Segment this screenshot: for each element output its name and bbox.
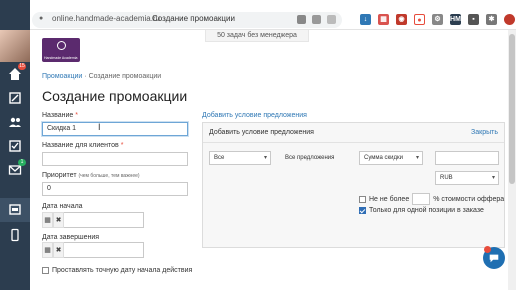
share-icon[interactable] [312, 15, 321, 24]
chevron-down-icon: ▾ [415, 155, 419, 161]
discount-type-select[interactable]: Сумма скидки ▾ [359, 151, 423, 165]
scope-select[interactable]: Все ▾ [209, 151, 271, 165]
browser-toolbar: ● online.handmade-academia.ru Создание п… [0, 0, 516, 30]
currency-select[interactable]: RUB ▾ [435, 171, 499, 185]
chat-notification-dot [484, 246, 491, 253]
client-name-label: Название для клиентов * [42, 142, 123, 149]
download-extension-icon[interactable]: ↓ [360, 14, 371, 25]
start-date-picker: ▦ ✖ [42, 212, 144, 228]
logo-mark-icon [57, 41, 66, 50]
discount-amount-input[interactable] [435, 151, 499, 165]
star-icon[interactable] [327, 15, 336, 24]
end-date-input[interactable] [64, 242, 144, 258]
name-label-text: Название [42, 112, 74, 119]
close-condition-link[interactable]: Закрыть [471, 129, 498, 136]
users-nav-item[interactable] [0, 110, 30, 134]
end-date-label: Дата завершения [42, 234, 100, 241]
logo-text: Handmade Academia [44, 56, 78, 60]
breadcrumb: Промоакции · Создание промоакции [42, 73, 161, 80]
address-bar[interactable]: ● online.handmade-academia.ru Создание п… [32, 12, 342, 28]
single-item-row[interactable]: Только для одной позиции в заказе [359, 207, 484, 214]
messages-nav-item[interactable]: 1 [0, 158, 30, 182]
mobile-nav-item[interactable] [0, 223, 30, 247]
profile-icon[interactable] [504, 14, 515, 25]
grid-extension-icon[interactable]: ▪ [468, 14, 479, 25]
pencil-icon [9, 92, 21, 104]
user-avatar[interactable] [0, 30, 30, 62]
scrollbar-thumb[interactable] [509, 34, 515, 184]
scope-select-value: Все [214, 155, 225, 161]
client-name-label-text: Название для клиентов [42, 142, 119, 149]
exact-date-checkbox[interactable] [42, 267, 49, 274]
main-content: 50 задач без менеджера Handmade Academia… [30, 30, 516, 290]
school-logo[interactable]: Handmade Academia [42, 38, 80, 62]
name-input[interactable]: Скидка 1 [42, 122, 188, 136]
tasks-banner[interactable]: 50 задач без менеджера [205, 30, 309, 42]
chat-bubble-icon [489, 254, 499, 263]
exact-date-checkbox-row[interactable]: Проставлять точную дату начала действия [42, 267, 192, 274]
max-percent-label-suffix: % стоимости оффера [433, 195, 505, 203]
chat-nav-item[interactable] [0, 198, 30, 222]
chevron-down-icon: ▾ [263, 155, 267, 161]
max-percent-input[interactable] [412, 193, 431, 205]
home-nav-item[interactable]: 15 [0, 62, 30, 86]
exact-date-checkbox-label: Проставлять точную дату начала действия [52, 267, 193, 274]
offers-text: Все предложения [285, 155, 335, 161]
breadcrumb-current: Создание промоакции [88, 73, 162, 80]
max-percent-label-prefix: Не не более [369, 195, 410, 203]
single-item-label: Только для одной позиции в заказе [369, 207, 484, 214]
condition-panel-title: Добавить условие предложения [209, 129, 314, 136]
page-title: Создание промоакции [42, 88, 188, 104]
priority-input[interactable]: 0 [42, 182, 188, 196]
end-date-picker: ▦ ✖ [42, 242, 144, 258]
name-label: Название * [42, 112, 78, 119]
home-badge: 15 [18, 63, 26, 70]
breadcrumb-separator: · [84, 73, 87, 80]
bookmark-icon[interactable] [297, 15, 306, 24]
left-sidebar: 15 1 [0, 0, 30, 290]
calendar-icon[interactable]: ▦ [42, 212, 53, 228]
page-tab-title: Создание промоакции [152, 14, 235, 23]
dna-extension-icon[interactable]: ⚙ [432, 14, 443, 25]
condition-panel: Добавить условие предложения Закрыть Все… [202, 122, 505, 248]
required-mark: * [75, 112, 78, 119]
clear-date-icon[interactable]: ✖ [53, 242, 64, 258]
max-percent-row[interactable]: Не не более % стоимости оффера [359, 193, 504, 205]
mobile-icon [11, 228, 19, 242]
max-percent-checkbox[interactable] [359, 195, 366, 203]
checklist-nav-item[interactable] [0, 134, 30, 158]
users-icon [9, 117, 21, 127]
mail-extension-icon[interactable]: ◉ [396, 14, 407, 25]
breadcrumb-promotions-link[interactable]: Промоакции [42, 73, 82, 80]
lock-icon: ● [39, 15, 44, 22]
puzzle-extension-icon[interactable]: ✱ [486, 14, 497, 25]
single-item-checkbox[interactable] [359, 207, 366, 214]
clear-date-icon[interactable]: ✖ [53, 212, 64, 228]
checkbox-icon [9, 140, 21, 152]
currency-select-value: RUB [440, 175, 453, 181]
text-cursor-icon: I [98, 122, 101, 132]
discount-type-select-value: Сумма скидки [364, 155, 403, 161]
chevron-down-icon: ▾ [491, 175, 495, 181]
chat-window-icon [9, 204, 21, 215]
start-date-label: Дата начала [42, 203, 83, 210]
messages-badge: 1 [18, 159, 26, 166]
hm-extension-icon[interactable]: HM [450, 14, 461, 25]
client-name-input[interactable] [42, 152, 188, 166]
priority-hint: (чем больше, тем важнее) [78, 173, 140, 179]
page-scrollbar[interactable] [508, 30, 516, 290]
add-condition-link[interactable]: Добавить условие предложения [202, 112, 307, 119]
priority-label-text: Приоритет [42, 172, 77, 179]
tasks-nav-item[interactable] [0, 86, 30, 110]
calendar-icon[interactable]: ▦ [42, 242, 53, 258]
condition-panel-header: Добавить условие предложения Закрыть [203, 123, 504, 143]
address-url: online.handmade-academia.ru [52, 14, 161, 23]
record-extension-icon[interactable]: ● [414, 14, 425, 25]
required-mark: * [120, 142, 124, 149]
start-date-input[interactable] [64, 212, 144, 228]
priority-label: Приоритет (чем больше, тем важнее) [42, 172, 140, 179]
calendar-extension-icon[interactable]: ▦ [378, 14, 389, 25]
